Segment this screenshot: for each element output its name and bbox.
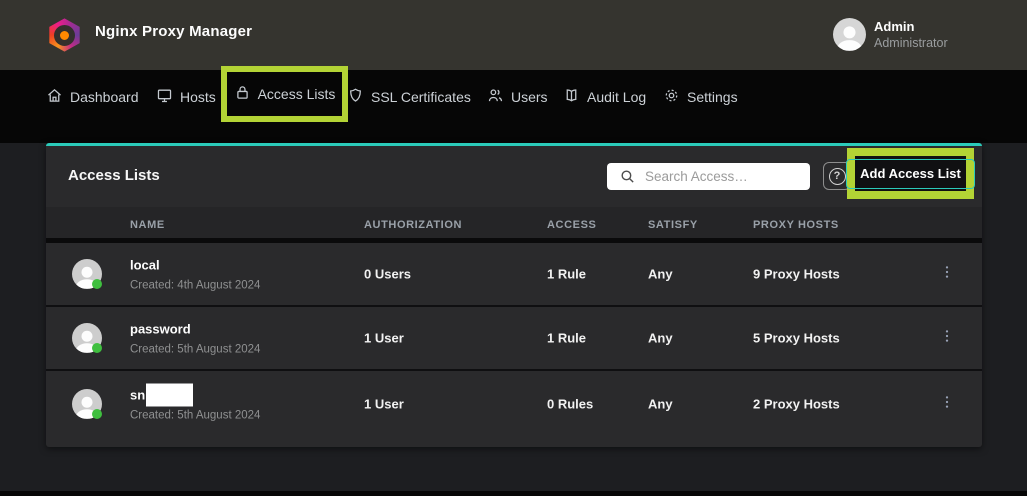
- user-avatar[interactable]: [833, 18, 866, 51]
- name-cell: password Created: 5th August 2024: [130, 321, 260, 356]
- question-mark-icon: ?: [829, 168, 846, 185]
- dots-vertical-icon: [939, 394, 955, 415]
- panel-title: Access Lists: [68, 167, 160, 184]
- gear-icon: [663, 87, 680, 107]
- access-list-name: local: [130, 258, 160, 273]
- nav-item-ssl-certificates[interactable]: SSL Certificates: [347, 80, 471, 113]
- satisfy-value: Any: [648, 267, 673, 282]
- column-header-authorization: AUTHORIZATION: [364, 219, 462, 231]
- proxy-hosts-value: 9 Proxy Hosts: [753, 267, 840, 282]
- authorization-value: 0 Users: [364, 267, 411, 282]
- nav-item-users[interactable]: Users: [487, 80, 548, 113]
- proxy-hosts-value: 5 Proxy Hosts: [753, 331, 840, 346]
- name-cell: local Created: 4th August 2024: [130, 257, 260, 292]
- search-input[interactable]: [607, 163, 810, 190]
- nav-item-access-lists[interactable]: Access Lists: [234, 78, 336, 111]
- table-body: local Created: 4th August 2024 0 Users 1…: [46, 243, 982, 437]
- authorization-value: 1 User: [364, 331, 404, 346]
- name-cell: sn Created: 5th August 2024: [130, 387, 260, 422]
- table-header: NAME AUTHORIZATION ACCESS SATISFY PROXY …: [46, 207, 982, 243]
- created-date: Created: 5th August 2024: [130, 344, 260, 356]
- user-name: Admin: [874, 19, 994, 34]
- created-date: Created: 5th August 2024: [130, 410, 260, 422]
- dots-vertical-icon: [939, 264, 955, 285]
- column-header-proxy-hosts: PROXY HOSTS: [753, 219, 839, 231]
- satisfy-value: Any: [648, 331, 673, 346]
- access-list-name: password: [130, 322, 191, 337]
- redaction-box: [146, 384, 193, 407]
- top-bar: Nginx Proxy Manager Admin Administrator: [0, 0, 1027, 70]
- nav-item-label: SSL Certificates: [371, 89, 471, 105]
- app-logo-icon: [48, 18, 81, 52]
- access-lists-highlight-annotation: Access Lists: [221, 66, 348, 122]
- table-row[interactable]: local Created: 4th August 2024 0 Users 1…: [46, 243, 982, 307]
- app-title: Nginx Proxy Manager: [95, 23, 252, 40]
- add-button-highlight-annotation: Add Access List: [847, 148, 974, 199]
- nav-item-label: Audit Log: [587, 89, 646, 105]
- nav-item-label: Dashboard: [70, 89, 139, 105]
- authorization-value: 1 User: [364, 397, 404, 412]
- column-header-access: ACCESS: [547, 219, 596, 231]
- online-status-dot: [92, 279, 102, 289]
- row-actions-menu-button[interactable]: [936, 393, 958, 415]
- nav-item-dashboard[interactable]: Dashboard: [46, 80, 139, 113]
- online-status-dot: [92, 409, 102, 419]
- nav-item-hosts[interactable]: Hosts: [156, 80, 216, 113]
- bottom-edge-strip: [0, 491, 1027, 496]
- column-header-name: NAME: [130, 219, 165, 231]
- nav-item-audit-log[interactable]: Audit Log: [563, 80, 646, 113]
- table-row[interactable]: sn Created: 5th August 2024 1 User 0 Rul…: [46, 371, 982, 437]
- nav-item-settings[interactable]: Settings: [663, 80, 738, 113]
- row-actions-menu-button[interactable]: [936, 263, 958, 285]
- nav-item-label: Hosts: [180, 89, 216, 105]
- nav-item-label: Access Lists: [258, 86, 336, 102]
- online-status-dot: [92, 343, 102, 353]
- row-actions-menu-button[interactable]: [936, 327, 958, 349]
- dots-vertical-icon: [939, 328, 955, 349]
- created-date: Created: 4th August 2024: [130, 280, 260, 292]
- nav-item-label: Settings: [687, 89, 738, 105]
- lock-icon: [234, 84, 251, 104]
- access-value: 0 Rules: [547, 397, 593, 412]
- nav-item-label: Users: [511, 89, 548, 105]
- add-access-list-button[interactable]: Add Access List: [846, 159, 975, 189]
- main-nav: Dashboard Hosts Access Lists SSL Certifi…: [0, 70, 1027, 143]
- access-value: 1 Rule: [547, 331, 586, 346]
- proxy-hosts-value: 2 Proxy Hosts: [753, 397, 840, 412]
- access-list-name: sn: [130, 388, 145, 403]
- access-lists-panel: Access Lists ? Add Access List NAME AUTH…: [46, 143, 982, 447]
- access-value: 1 Rule: [547, 267, 586, 282]
- satisfy-value: Any: [648, 397, 673, 412]
- shield-icon: [347, 87, 364, 107]
- users-icon: [487, 87, 504, 107]
- book-icon: [563, 87, 580, 107]
- column-header-satisfy: SATISFY: [648, 219, 698, 231]
- table-row[interactable]: password Created: 5th August 2024 1 User…: [46, 307, 982, 371]
- panel-header: Access Lists ? Add Access List: [46, 146, 982, 207]
- monitor-icon: [156, 87, 173, 107]
- home-icon: [46, 87, 63, 107]
- user-role: Administrator: [874, 36, 994, 50]
- search-box: [607, 163, 810, 190]
